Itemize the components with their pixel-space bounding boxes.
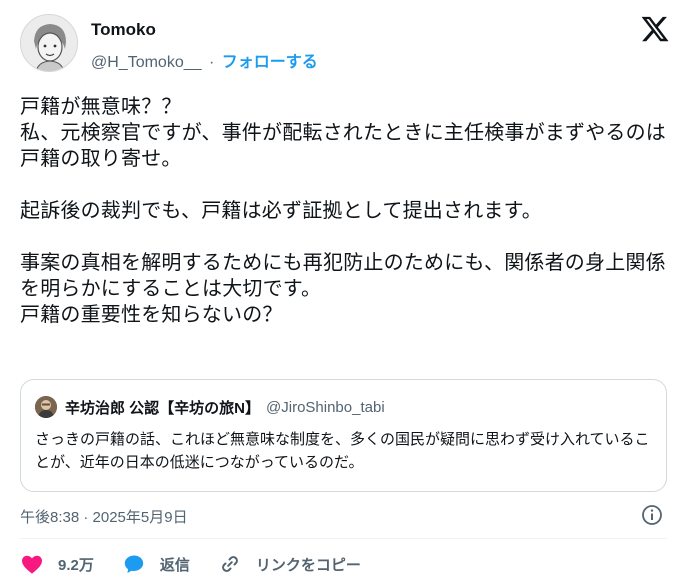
quoted-author-avatar xyxy=(35,396,57,418)
action-bar: 9.2万 返信 リンクをコピー xyxy=(20,552,389,576)
reply-button[interactable]: 返信 xyxy=(122,552,190,576)
like-button[interactable]: 9.2万 xyxy=(20,552,94,576)
copy-link-button[interactable]: リンクをコピー xyxy=(218,552,361,576)
quoted-tweet-text: さっきの戸籍の話、これほど無意味な制度を、多くの国民が疑問に思わず受け入れている… xyxy=(35,431,650,471)
info-icon[interactable] xyxy=(640,503,664,527)
link-icon xyxy=(222,556,238,572)
reply-bubble-icon xyxy=(124,555,144,573)
quoted-tweet-header: 辛坊治郎 公認【辛坊の旅N】 @JiroShinbo_tabi xyxy=(35,396,385,418)
quoted-tweet[interactable]: 辛坊治郎 公認【辛坊の旅N】 @JiroShinbo_tabi さっきの戸籍の話… xyxy=(20,379,667,492)
follow-button[interactable]: フォローする xyxy=(222,54,318,71)
copy-link-label: リンクをコピー xyxy=(255,556,361,574)
tweet-text: 戸籍が無意味？？ 私、元検察官ですが、事件が配転されたときに主任検事がまずやるの… xyxy=(20,96,666,326)
author-handle[interactable]: @H_Tomoko__ xyxy=(91,54,202,71)
heart-icon xyxy=(22,555,42,574)
tweet-timestamp[interactable]: 午後8:38 · 2025年5月9日 xyxy=(20,506,188,527)
like-count: 9.2万 xyxy=(58,556,94,574)
author-handle-line: @H_Tomoko__ · フォローする xyxy=(91,48,318,72)
separator-dot: · xyxy=(208,54,215,71)
divider xyxy=(20,538,667,539)
quoted-author-handle: @JiroShinbo_tabi xyxy=(266,398,385,416)
author-name[interactable]: Tomoko xyxy=(91,20,156,40)
x-logo-icon[interactable] xyxy=(640,14,670,44)
tweet-header: Tomoko @H_Tomoko__ · フォローする xyxy=(20,14,670,76)
reply-label: 返信 xyxy=(159,556,190,574)
author-avatar[interactable] xyxy=(20,14,78,72)
quoted-author-name: 辛坊治郎 公認【辛坊の旅N】 xyxy=(65,399,261,417)
